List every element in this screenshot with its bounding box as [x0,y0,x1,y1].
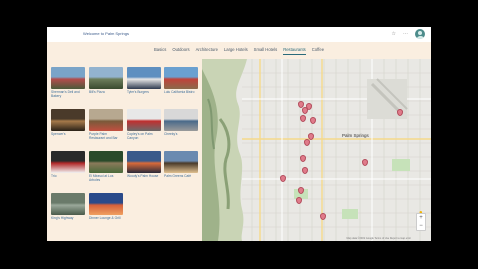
star-icon[interactable]: ☆ [392,29,396,39]
place-card[interactable]: Bill's Pizza [89,67,123,94]
place-card[interactable]: Spencer's [51,109,85,136]
map-attribution: Map data ©2019 Google Terms of Use Repor… [346,237,411,240]
place-photo[interactable] [51,193,85,215]
tab-outdoors[interactable]: Outdoors [169,47,192,53]
place-card[interactable]: El Mirasol at Los Arboles [89,151,123,182]
tab-restaurants[interactable]: Restaurants [280,47,309,55]
places-grid: Sherman's Deli and Bakery Bill's Pizza Tyl… [47,59,202,241]
tab-large-hotels[interactable]: Large Hotels [221,47,251,53]
app-title: Welcome to Palm Springs [83,31,129,36]
place-card[interactable]: Woody's Palm House [127,151,161,178]
place-photo[interactable] [51,109,85,131]
app-window: Welcome to Palm Springs ☆ ⋯ Basics Outdoo… [47,27,431,241]
place-name[interactable]: Copley's on Palm Canyon [127,132,161,140]
place-photo[interactable] [127,151,161,173]
city-label: Palm Springs [342,133,369,138]
place-name[interactable]: Lulu California Bistro [164,90,198,94]
place-name[interactable]: Woody's Palm House [127,174,161,178]
avatar[interactable] [415,29,425,39]
place-name[interactable]: Trio [51,174,85,178]
place-name[interactable]: Palm Greens Café [164,174,198,178]
zoom-in-button[interactable]: + [417,214,425,222]
zoom-controls: + − [416,213,426,231]
place-card[interactable]: King's Highway [51,193,85,220]
place-name[interactable]: King's Highway [51,216,85,220]
place-name[interactable]: Dinner Lounge & Grill [89,216,123,220]
place-name[interactable]: Spencer's [51,132,85,136]
more-icon[interactable]: ⋯ [403,29,408,39]
place-card[interactable]: Lulu California Bistro [164,67,198,94]
place-name[interactable]: Bill's Pizza [89,90,123,94]
place-photo[interactable] [127,109,161,131]
place-name[interactable]: Sherman's Deli and Bakery [51,90,85,98]
place-name[interactable]: El Mirasol at Los Arboles [89,174,123,182]
place-card[interactable]: Sherman's Deli and Bakery [51,67,85,98]
top-actions: ☆ ⋯ [392,29,425,39]
place-card[interactable]: Palm Greens Café [164,151,198,178]
place-photo[interactable] [89,67,123,89]
place-photo[interactable] [89,109,123,131]
zoom-out-button[interactable]: − [417,222,425,230]
place-card[interactable]: Copley's on Palm Canyon [127,109,161,140]
place-card[interactable]: Dinner Lounge & Grill [89,193,123,220]
place-name[interactable]: Cheeky's [164,132,198,136]
place-photo[interactable] [51,151,85,173]
map-view[interactable]: Palm Springs ● + − Map data ©2019 Google… [202,59,431,241]
tab-small-hotels[interactable]: Small Hotels [251,47,281,53]
place-photo[interactable] [51,67,85,89]
place-card[interactable]: Purple Palm Restaurant and Bar [89,109,123,140]
place-photo[interactable] [127,67,161,89]
top-bar: Welcome to Palm Springs ☆ ⋯ [47,27,431,43]
place-photo[interactable] [164,67,198,89]
place-name[interactable]: Purple Palm Restaurant and Bar [89,132,123,140]
place-card[interactable]: Cheeky's [164,109,198,136]
place-photo[interactable] [89,151,123,173]
place-photo[interactable] [164,109,198,131]
tab-coffee[interactable]: Coffee [309,47,327,53]
map-canvas [202,59,431,241]
tab-basics[interactable]: Basics [151,47,169,53]
category-tabs: Basics Outdoors Architecture Large Hotels Sm… [47,42,431,60]
place-name[interactable]: Tyler's Burgers [127,90,161,94]
tab-architecture[interactable]: Architecture [193,47,221,53]
place-card[interactable]: Tyler's Burgers [127,67,161,94]
place-photo[interactable] [89,193,123,215]
place-card[interactable]: Trio [51,151,85,178]
place-photo[interactable] [164,151,198,173]
